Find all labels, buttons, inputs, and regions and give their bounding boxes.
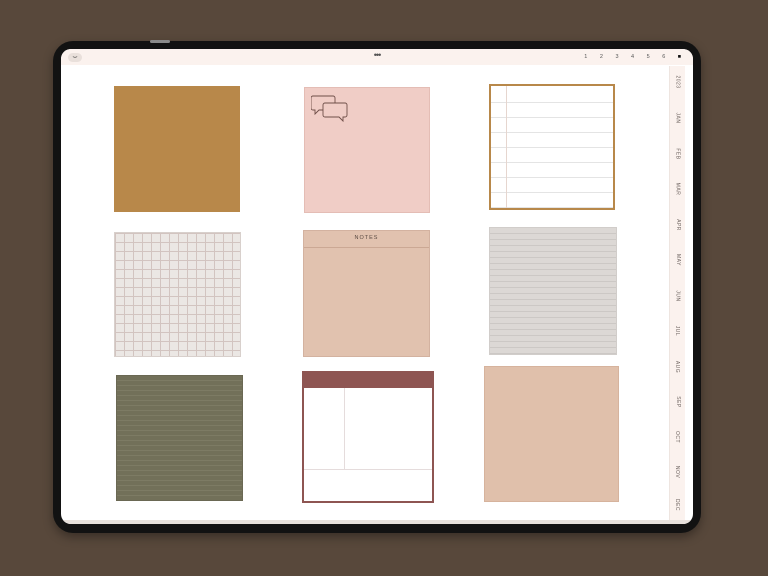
month-tab-apr[interactable]: APR — [670, 211, 685, 239]
page-tab-2[interactable]: 2 — [594, 52, 610, 62]
sticky-note-sand[interactable] — [484, 366, 619, 502]
month-tab-mar[interactable]: MAR — [670, 175, 685, 203]
sticky-note-pink-speech[interactable] — [304, 87, 430, 213]
month-label: JUN — [674, 290, 681, 302]
more-dots-icon[interactable]: ••• — [371, 50, 383, 60]
page-tab-current[interactable]: ■ — [672, 52, 688, 62]
month-label: SEP — [674, 396, 681, 408]
bottom-edge — [61, 520, 693, 524]
notes-title: NOTES — [354, 235, 379, 241]
month-label: DEC — [674, 498, 681, 512]
page-tab-4[interactable]: 4 — [625, 52, 641, 62]
month-label: MAR — [674, 182, 681, 196]
month-sidebar: 2023 JAN FEB MAR APR MAY JUN JUL AUG SEP… — [669, 66, 685, 522]
tablet-button — [150, 40, 170, 43]
margin-line — [506, 86, 507, 208]
month-label: NOV — [674, 465, 681, 479]
page-tab-5[interactable]: 5 — [640, 52, 656, 62]
planner-screen: ⌣ ••• 1 2 3 4 5 6 ■ 2023 JAN FEB MAR APR… — [61, 49, 693, 524]
month-tab-dec[interactable]: DEC — [670, 491, 685, 519]
month-label: AUG — [674, 360, 681, 374]
divider — [304, 469, 432, 470]
sticky-note-notes[interactable]: NOTES — [303, 230, 430, 357]
page-tab-3[interactable]: 3 — [609, 52, 625, 62]
page-tabs: 1 2 3 4 5 6 ■ — [578, 52, 687, 62]
month-tab-aug[interactable]: AUG — [670, 353, 685, 381]
month-tab-jul[interactable]: JUL — [670, 317, 685, 345]
year-tab[interactable]: 2023 — [670, 68, 685, 96]
sticky-note-lined-gray[interactable] — [489, 227, 617, 355]
top-bar: ⌣ ••• 1 2 3 4 5 6 ■ — [61, 49, 693, 65]
month-label: OCT — [674, 430, 681, 444]
month-tab-may[interactable]: MAY — [670, 246, 685, 274]
month-label: MAY — [674, 254, 681, 266]
sticky-note-olive[interactable] — [116, 375, 243, 501]
month-tab-feb[interactable]: FEB — [670, 140, 685, 168]
month-label: APR — [674, 219, 681, 231]
sticky-note-burgundy-header[interactable] — [302, 371, 434, 503]
note-header-bar — [304, 373, 432, 388]
month-tab-oct[interactable]: OCT — [670, 423, 685, 451]
sticky-note-grid[interactable] — [114, 232, 241, 357]
month-label: JUL — [674, 325, 681, 337]
sticky-note-mustard[interactable] — [114, 86, 240, 212]
sticky-note-lined-white[interactable] — [489, 84, 615, 210]
divider — [344, 388, 345, 469]
month-label: JAN — [674, 112, 681, 124]
page-tab-1[interactable]: 1 — [578, 52, 594, 62]
page-tab-6[interactable]: 6 — [656, 52, 672, 62]
month-tab-nov[interactable]: NOV — [670, 458, 685, 486]
year-label: 2023 — [674, 75, 681, 89]
month-label: FEB — [674, 148, 681, 160]
month-tab-sep[interactable]: SEP — [670, 388, 685, 416]
month-tab-jan[interactable]: JAN — [670, 104, 685, 132]
month-tab-jun[interactable]: JUN — [670, 282, 685, 310]
speech-bubbles-icon — [311, 95, 348, 123]
home-icon[interactable]: ⌣ — [68, 53, 82, 62]
